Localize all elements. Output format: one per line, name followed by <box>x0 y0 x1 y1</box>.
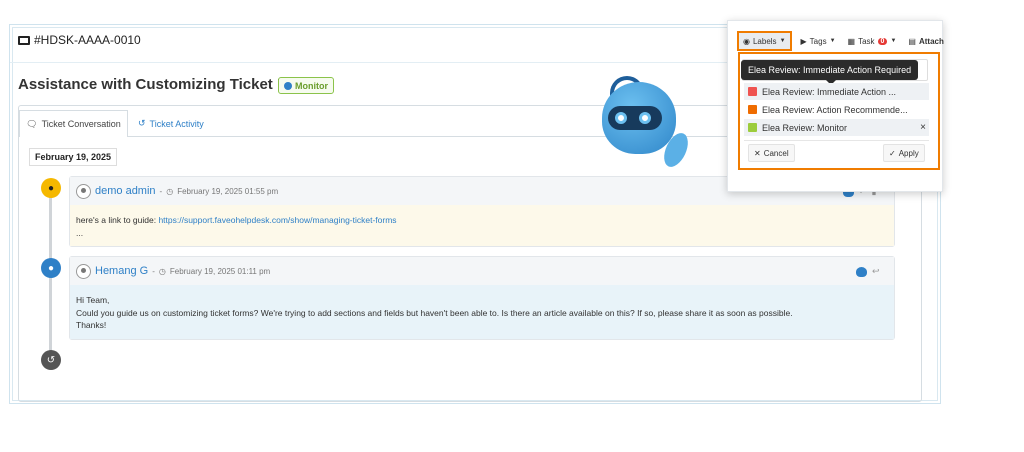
chevron-down-icon: ▼ <box>890 38 897 44</box>
clock-icon: ◷ <box>166 186 174 196</box>
bird-icon[interactable] <box>856 266 867 277</box>
close-icon: ✕ <box>754 148 761 158</box>
tab-label: Ticket Activity <box>149 118 204 129</box>
guide-link[interactable]: https://support.faveohelpdesk.com/show/m… <box>158 215 396 225</box>
check-icon: ✓ <box>889 148 896 158</box>
label-option-monitor[interactable]: Elea Review: Monitor × <box>744 119 929 136</box>
remove-label-icon[interactable]: × <box>920 122 926 133</box>
label-color-swatch <box>748 123 757 132</box>
labels-button-label: Labels <box>752 36 777 46</box>
chevron-down-icon: ▼ <box>829 38 836 44</box>
separator: - <box>152 266 155 276</box>
author-name[interactable]: demo admin <box>95 185 156 197</box>
badge-label: Monitor <box>295 80 328 91</box>
bird-icon <box>284 81 292 90</box>
comment-icon: ● <box>41 178 61 198</box>
label-badge-monitor[interactable]: Monitor <box>278 77 334 94</box>
tags-button-label: Tags <box>809 36 827 46</box>
label-option-text: Elea Review: Immediate Action ... <box>762 86 897 97</box>
avatar <box>76 263 91 279</box>
tag-icon: ▶ <box>800 36 807 46</box>
labels-button[interactable]: ◉ Labels ▼ <box>737 31 792 51</box>
mascot-eye <box>639 112 651 124</box>
label-option-text: Elea Review: Action Recommende... <box>762 104 908 115</box>
ticket-number: #HDSK-AAAA-0010 <box>18 33 141 47</box>
calendar-icon: ▦ <box>847 36 856 46</box>
ticket-number-text: #HDSK-AAAA-0010 <box>34 33 141 47</box>
chat-icon: 🗨 <box>26 118 38 129</box>
clock-icon: ◷ <box>158 266 166 276</box>
message-line: Hi Team, <box>76 295 110 305</box>
message-actions: ↩ <box>856 266 880 277</box>
history-icon: ↺ <box>41 350 61 370</box>
message-text-prefix: here's a link to guide: <box>76 215 159 225</box>
message-text: here's a link to guide: https://support.… <box>76 214 888 227</box>
tags-button[interactable]: ▶ Tags ▼ <box>798 32 839 50</box>
mascot-eye <box>615 112 627 124</box>
message-timestamp: February 19, 2025 01:11 pm <box>169 266 271 276</box>
message-header: Hemang G - ◷ February 19, 2025 01:11 pm <box>70 257 894 285</box>
apply-button-label: Apply <box>898 148 919 158</box>
message-line: Could you guide us on customizing ticket… <box>76 307 793 318</box>
reply-icon[interactable]: ↩ <box>872 266 880 277</box>
label-tooltip: Elea Review: Immediate Action Required <box>741 60 919 80</box>
task-button[interactable]: ▦ Task 0 ▼ <box>845 32 900 50</box>
label-color-swatch <box>748 105 757 114</box>
apply-button[interactable]: ✓ Apply <box>883 144 925 162</box>
message-text-suffix: ... <box>76 228 84 238</box>
tab-label: Ticket Conversation <box>41 119 121 129</box>
ticket-icon <box>18 35 30 45</box>
tab-ticket-activity[interactable]: ↺ Ticket Activity <box>138 110 204 137</box>
message-line: Thanks! <box>76 320 107 330</box>
attach-button[interactable]: ▤ Attach <box>905 32 946 50</box>
label-option-action-recommended[interactable]: Elea Review: Action Recommende... <box>744 101 929 118</box>
message-body: Hi Team, Could you guide us on customizi… <box>70 285 894 339</box>
message-timestamp: February 19, 2025 01:55 pm <box>177 186 279 196</box>
tab-ticket-conversation[interactable]: 🗨 Ticket Conversation <box>19 110 128 137</box>
history-icon: ↺ <box>138 118 146 128</box>
attach-icon: ▤ <box>908 36 916 46</box>
task-count-badge: 0 <box>877 37 888 45</box>
author-name[interactable]: Hemang G <box>95 265 148 277</box>
separator: - <box>159 186 163 196</box>
attach-button-label: Attach <box>918 36 944 46</box>
avatar <box>76 183 91 199</box>
task-button-label: Task <box>858 36 875 46</box>
label-option-immediate-action[interactable]: Elea Review: Immediate Action ... <box>744 83 929 100</box>
chevron-down-icon: ▼ <box>779 38 786 44</box>
cancel-button[interactable]: ✕ Cancel <box>748 144 795 162</box>
message-body: here's a link to guide: https://support.… <box>70 205 894 246</box>
cancel-button-label: Cancel <box>763 148 789 158</box>
message-icon: ● <box>41 258 61 278</box>
date-separator: February 19, 2025 <box>29 148 118 166</box>
dropdown-divider <box>744 140 929 141</box>
label-option-text: Elea Review: Monitor <box>762 122 848 133</box>
label-color-swatch <box>748 87 757 96</box>
labels-icon: ◉ <box>743 36 750 46</box>
ticket-toolbar: ◉ Labels ▼ ▶ Tags ▼ ▦ Task 0 ▼ ▤ Attach <box>737 31 947 51</box>
